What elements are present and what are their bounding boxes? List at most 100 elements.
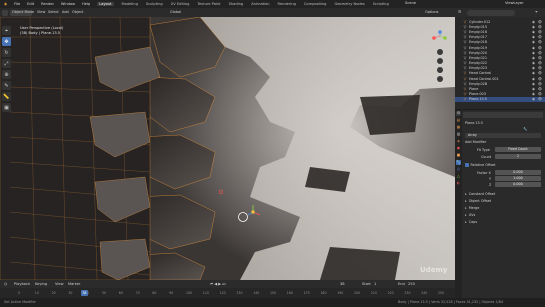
scale-tool-icon[interactable]: ⤢: [2, 59, 11, 68]
fit-type-dropdown[interactable]: Fixed Count: [495, 147, 541, 152]
object-tab-icon[interactable]: ■: [456, 153, 461, 158]
view-layer-tab-icon[interactable]: ▥: [456, 132, 461, 137]
menu-add[interactable]: Add: [62, 10, 69, 14]
expand-icon[interactable]: ▸: [465, 206, 467, 210]
measure-tool-icon[interactable]: 📏: [2, 92, 11, 101]
navigation-gizmo[interactable]: [427, 20, 453, 90]
viewport-visibility-icon[interactable]: 👁: [538, 87, 542, 91]
tab-texture-paint[interactable]: Texture Paint: [197, 2, 220, 6]
modifier-name[interactable]: Array: [468, 133, 477, 137]
current-frame-field[interactable]: 38: [340, 282, 345, 286]
viewport-visibility-icon[interactable]: 👁: [538, 30, 542, 34]
viewport-visibility-icon[interactable]: 👁: [538, 82, 542, 86]
outliner-editor-icon[interactable]: ☰: [458, 10, 461, 14]
tool-tab-icon[interactable]: ⚙: [456, 111, 461, 116]
playback-controls[interactable]: ⏮ ◀ ▶ ⏭: [210, 282, 225, 286]
timeline-track[interactable]: 0102030405060708090100110120130140150160…: [0, 288, 455, 298]
render-visibility-icon[interactable]: ◉: [532, 25, 535, 29]
menu-help[interactable]: Help: [82, 2, 90, 6]
expand-icon[interactable]: ▸: [465, 199, 467, 203]
render-visibility-icon[interactable]: ◉: [532, 92, 535, 96]
outliner-panel[interactable]: ▽ Cylinder.012 ◉ 👁 ▽ Empty.015 ◉ 👁 ▽ Empty.016 ◉ 👁 ▽…: [455, 17, 545, 109]
menu-marker[interactable]: Marker: [68, 282, 80, 286]
factor-x-field[interactable]: 0.000: [495, 170, 541, 175]
add-cube-icon[interactable]: ▣: [2, 103, 11, 112]
relative-offset-checkbox[interactable]: [465, 163, 469, 167]
playhead[interactable]: 38: [80, 289, 89, 296]
render-tab-icon[interactable]: ▤: [456, 118, 461, 123]
move-tool-icon[interactable]: ✥: [2, 37, 11, 46]
cursor-select-icon[interactable]: ⌖: [2, 26, 11, 35]
tab-modeling[interactable]: Modeling: [122, 2, 138, 6]
count-field[interactable]: 2: [495, 154, 541, 159]
menu-render[interactable]: Render: [41, 2, 54, 6]
viewport-visibility-icon[interactable]: 👁: [538, 71, 542, 75]
render-visibility-icon[interactable]: ◉: [532, 66, 535, 70]
menu-view[interactable]: View: [37, 10, 45, 14]
modifier-section[interactable]: ▸ UVs: [465, 213, 495, 220]
tab-uv-editing[interactable]: UV Editing: [171, 2, 190, 6]
menu-object[interactable]: Object: [72, 10, 83, 14]
viewport-visibility-icon[interactable]: 👁: [538, 46, 542, 50]
render-visibility-icon[interactable]: ◉: [532, 56, 535, 60]
material-tab-icon[interactable]: ◐: [456, 181, 461, 186]
viewport-visibility-icon[interactable]: 👁: [538, 66, 542, 70]
modifier-section[interactable]: ▸ Caps: [465, 220, 495, 227]
viewport-visibility-icon[interactable]: 👁: [538, 20, 542, 24]
transform-orientation[interactable]: Global: [170, 10, 181, 14]
expand-icon[interactable]: ▸: [465, 213, 467, 217]
relative-offset-toggle[interactable]: Relative Offset: [465, 163, 495, 167]
viewport-visibility-icon[interactable]: 👁: [538, 92, 542, 96]
viewport-visibility-icon[interactable]: 👁: [538, 97, 542, 101]
render-visibility-icon[interactable]: ◉: [532, 97, 535, 101]
menu-file[interactable]: File: [14, 2, 20, 6]
render-visibility-icon[interactable]: ◉: [532, 35, 535, 39]
modifier-tab-icon[interactable]: 🔧: [456, 160, 461, 165]
transform-tool-icon[interactable]: ⊕: [2, 70, 11, 79]
expand-icon[interactable]: ▸: [465, 192, 467, 196]
world-tab-icon[interactable]: ●: [456, 146, 461, 151]
scene-tab-icon[interactable]: ◈: [456, 139, 461, 144]
tab-shading[interactable]: Shading: [229, 2, 244, 6]
render-visibility-icon[interactable]: ◉: [532, 87, 535, 91]
viewport-visibility-icon[interactable]: 👁: [538, 51, 542, 55]
view-layer-selector[interactable]: ViewLayer: [505, 1, 524, 5]
annotate-tool-icon[interactable]: ✎: [2, 81, 11, 90]
output-tab-icon[interactable]: ▦: [456, 125, 461, 130]
options-button[interactable]: Options: [425, 10, 439, 14]
menu-window[interactable]: Window: [61, 2, 75, 6]
tab-compositing[interactable]: Compositing: [304, 2, 327, 6]
tab-sculpting[interactable]: Sculpting: [146, 2, 163, 6]
viewport-scene[interactable]: [0, 17, 455, 280]
3d-viewport[interactable]: [0, 17, 455, 280]
menu-keying[interactable]: Keying: [35, 282, 47, 286]
viewport-visibility-icon[interactable]: 👁: [538, 77, 542, 81]
editor-type-button[interactable]: [2, 9, 8, 16]
start-frame-field[interactable]: 1: [374, 282, 376, 286]
physics-tab-icon[interactable]: ◎: [456, 167, 461, 172]
expand-icon[interactable]: ▸: [465, 220, 467, 224]
factor-z-field[interactable]: 0.000: [495, 182, 541, 187]
render-visibility-icon[interactable]: ◉: [532, 51, 535, 55]
factor-y-field[interactable]: 1.000: [495, 176, 541, 181]
add-modifier-button[interactable]: Add Modifier: [465, 140, 486, 144]
modifier-section[interactable]: ▸ Constant Offset: [465, 192, 495, 199]
menu-playback[interactable]: Playback: [14, 282, 30, 286]
outliner-item[interactable]: ▽ Plane.13.5 ◉ 👁: [455, 96, 545, 102]
rotate-tool-icon[interactable]: ↻: [2, 48, 11, 57]
tab-scripting[interactable]: Scripting: [373, 2, 389, 6]
viewport-visibility-icon[interactable]: 👁: [538, 61, 542, 65]
menu-select[interactable]: Select: [48, 10, 59, 14]
modifier-section[interactable]: ▸ Object Offset: [465, 199, 495, 206]
scene-selector[interactable]: Scene: [405, 1, 416, 5]
timeline-editor-icon[interactable]: ◷: [4, 282, 7, 286]
render-visibility-icon[interactable]: ◉: [532, 46, 535, 50]
modifier-header[interactable]: Array: [465, 133, 541, 138]
viewport-visibility-icon[interactable]: 👁: [538, 40, 542, 44]
render-visibility-icon[interactable]: ◉: [532, 71, 535, 75]
tab-rendering[interactable]: Rendering: [278, 2, 296, 6]
tab-geometry-nodes[interactable]: Geometry Nodes: [334, 2, 364, 6]
blender-logo-icon[interactable]: ◉: [4, 2, 7, 6]
menu-timeline-view[interactable]: View: [55, 282, 64, 286]
outliner-search-input[interactable]: [467, 9, 515, 16]
